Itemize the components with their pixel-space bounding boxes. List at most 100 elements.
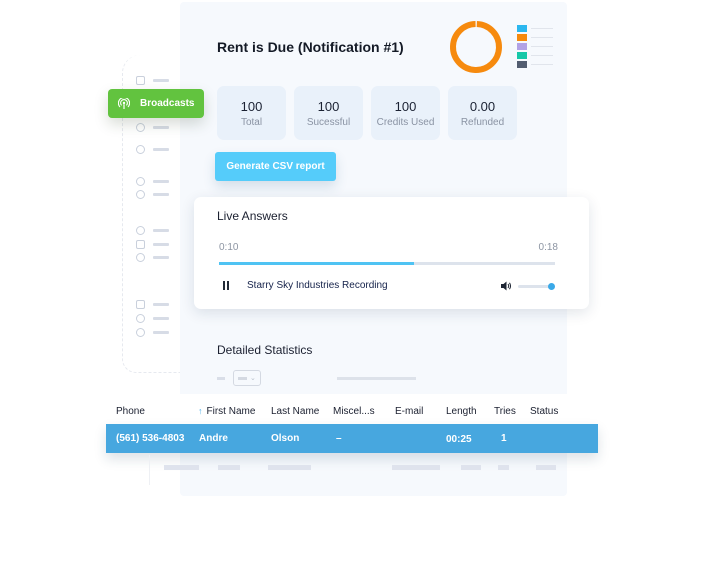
column-header-label: First Name xyxy=(206,406,256,417)
sidebar-item-contacts[interactable] xyxy=(136,121,176,133)
current-time: 0:10 xyxy=(219,242,239,253)
sidebar-item-support[interactable] xyxy=(136,312,176,324)
live-answers-title: Live Answers xyxy=(217,209,288,223)
sidebar-item-logout[interactable] xyxy=(136,298,176,310)
legend-label-placeholder xyxy=(531,55,553,56)
chat-icon xyxy=(136,176,145,186)
volume-slider[interactable] xyxy=(518,283,555,290)
stat-label: Credits Used xyxy=(376,116,435,128)
sidebar-item-dashboard[interactable] xyxy=(136,74,176,86)
legend-item xyxy=(517,51,553,60)
voicemail-icon xyxy=(136,189,145,199)
sidebar-item-messages[interactable] xyxy=(136,175,176,187)
cell-phone: (561) 536-4803 xyxy=(116,433,185,444)
donut-ring xyxy=(450,20,502,73)
hierarchy-icon xyxy=(136,252,145,262)
sidebar-item-broadcasts[interactable]: Broadcasts xyxy=(108,89,204,118)
sidebar-item-label-placeholder xyxy=(153,255,169,259)
sidebar-item-label-placeholder xyxy=(153,242,169,246)
rows-per-page-select[interactable]: ⌄ xyxy=(233,370,261,386)
volume-icon[interactable] xyxy=(500,280,512,292)
table-row-placeholder-cell xyxy=(164,465,199,470)
legend-swatch xyxy=(517,61,527,68)
stat-successful: 100 Sucessful xyxy=(294,86,363,140)
select-value-placeholder xyxy=(238,376,247,380)
legend-label-placeholder xyxy=(531,28,553,29)
pause-icon-bar xyxy=(227,281,229,290)
stats-row: 100 Total 100 Sucessful 100 Credits Used 0.… xyxy=(217,86,517,140)
total-time: 0:18 xyxy=(538,242,558,253)
cell-misc: – xyxy=(336,433,342,444)
sidebar-item-label-placeholder xyxy=(153,147,169,151)
generate-csv-button[interactable]: Generate CSV report xyxy=(215,152,336,181)
grid-icon xyxy=(136,75,145,85)
legend-swatch xyxy=(517,25,527,32)
sidebar-item-packages[interactable] xyxy=(136,238,176,250)
sort-ascending-icon: ↑ xyxy=(198,406,203,416)
search-placeholder-bar xyxy=(337,377,416,380)
table-row-placeholder-cell xyxy=(461,465,481,470)
legend-item xyxy=(517,33,553,42)
cell-last-name: Olson xyxy=(271,433,300,444)
table-row-placeholder-cell xyxy=(498,465,509,470)
stat-credits-used: 100 Credits Used xyxy=(371,86,440,140)
stat-total: 100 Total xyxy=(217,86,286,140)
column-header-misc[interactable]: Miscel...s xyxy=(333,406,375,417)
table-row-placeholder-cell xyxy=(268,465,311,470)
stat-refunded: 0.00 Refunded xyxy=(448,86,517,140)
column-header-status[interactable]: Status xyxy=(530,406,558,417)
sidebar-item-label-placeholder xyxy=(153,179,169,183)
sidebar-item-label-placeholder xyxy=(153,192,169,196)
legend-label-placeholder xyxy=(531,37,553,38)
track-name: Starry Sky Industries Recording xyxy=(247,280,388,291)
stat-label: Refunded xyxy=(460,116,505,128)
sidebar-item-label-placeholder xyxy=(153,228,169,232)
sidebar-item-flows[interactable] xyxy=(136,251,176,263)
settings-icon xyxy=(136,327,145,337)
cell-first-name: Andre xyxy=(199,433,228,444)
detailed-statistics-title: Detailed Statistics xyxy=(217,343,313,357)
stat-value: 0.00 xyxy=(469,98,496,114)
live-answers-card: Live Answers 0:10 0:18 Starry Sky Indust… xyxy=(194,197,589,309)
column-header-first-name[interactable]: ↑ First Name xyxy=(198,406,255,417)
users-icon xyxy=(136,122,145,132)
sidebar-item-recordings[interactable] xyxy=(136,143,176,155)
sidebar-item-label-placeholder xyxy=(153,316,169,320)
stat-value: 100 xyxy=(394,98,417,114)
column-header-email[interactable]: E-mail xyxy=(395,406,423,417)
sidebar-item-settings[interactable] xyxy=(136,326,176,338)
phone-icon xyxy=(136,225,145,235)
pause-button[interactable] xyxy=(223,281,231,290)
column-header-tries[interactable]: Tries xyxy=(494,406,516,417)
stat-value: 100 xyxy=(317,98,340,114)
chart-legend xyxy=(517,24,553,69)
chevron-down-icon: ⌄ xyxy=(250,374,256,382)
sidebar-item-label: Broadcasts xyxy=(140,98,195,109)
sidebar-item-label-placeholder xyxy=(153,78,169,82)
sidebar-item-calls[interactable] xyxy=(136,224,176,236)
sidebar-item-label-placeholder xyxy=(153,125,169,129)
logout-icon xyxy=(136,299,145,309)
box-icon xyxy=(136,239,145,249)
column-header-phone[interactable]: Phone xyxy=(116,406,145,417)
playback-progress-bar[interactable] xyxy=(219,262,555,265)
page-title: Rent is Due (Notification #1) xyxy=(217,39,404,55)
legend-item xyxy=(517,60,553,69)
broadcast-icon xyxy=(118,97,130,109)
volume-slider-handle[interactable] xyxy=(548,283,555,290)
cell-tries: 1 xyxy=(501,433,507,444)
mic-icon xyxy=(136,144,145,154)
legend-label-placeholder xyxy=(531,46,553,47)
pause-icon xyxy=(223,281,225,290)
column-header-length[interactable]: Length xyxy=(446,406,477,417)
column-header-last-name[interactable]: Last Name xyxy=(271,406,319,417)
legend-label-placeholder xyxy=(531,64,553,65)
legend-swatch xyxy=(517,34,527,41)
legend-swatch xyxy=(517,43,527,50)
sidebar-item-label-placeholder xyxy=(153,330,169,334)
legend-item xyxy=(517,24,553,33)
legend-item xyxy=(517,42,553,51)
sidebar-item-voicemail[interactable] xyxy=(136,188,176,200)
stat-value: 100 xyxy=(240,98,263,114)
legend-swatch xyxy=(517,52,527,59)
